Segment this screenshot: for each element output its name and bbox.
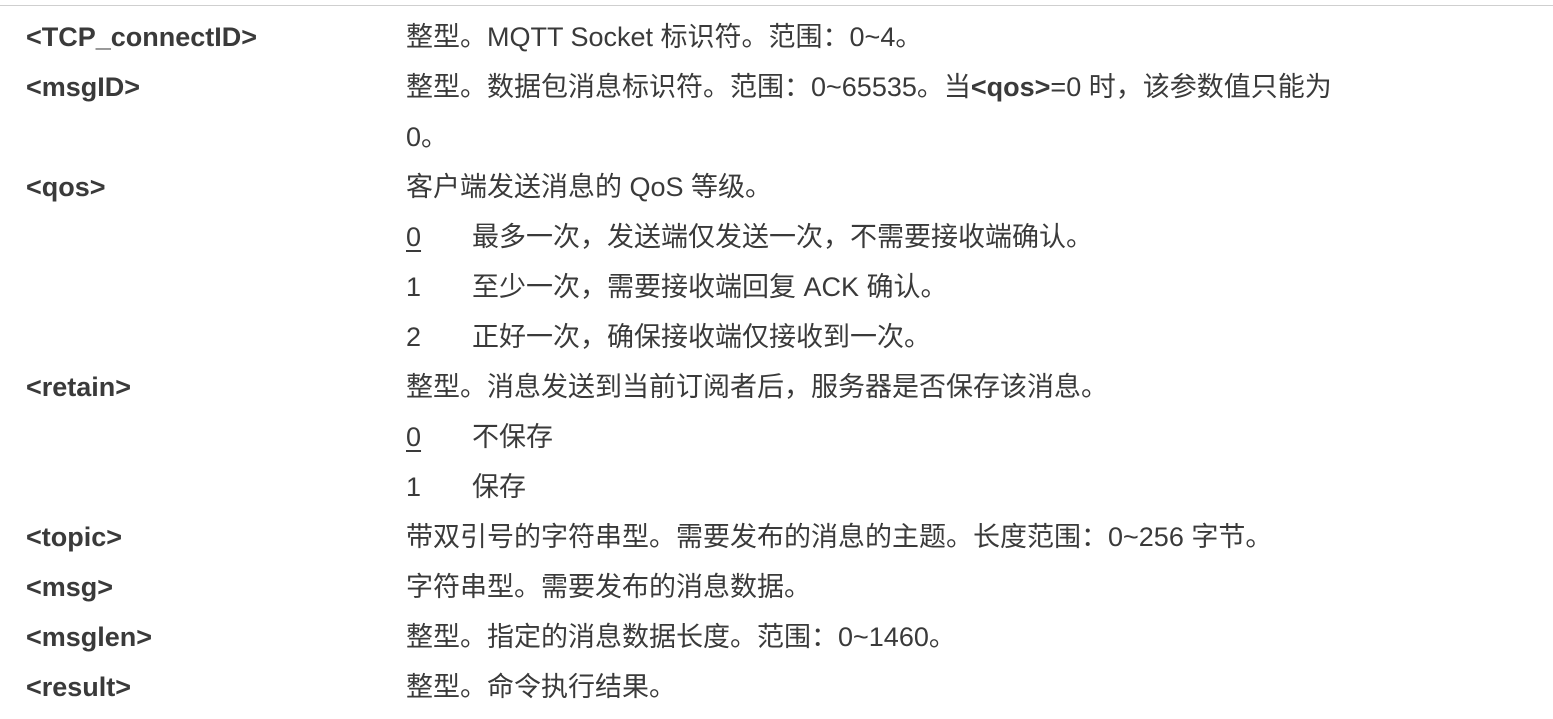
option-item: 0 最多一次，发送端仅发送一次，不需要接收端确认。: [406, 212, 1545, 262]
param-name: <msgID>: [26, 72, 141, 102]
desc-text: 客户端发送消息的 QoS 等级。: [406, 172, 773, 202]
desc-text: =0 时，该参数值只能为: [1050, 72, 1332, 102]
qos-reference: <qos>: [970, 72, 1051, 102]
option-value: 1: [406, 472, 422, 502]
param-description: 整型。命令执行结果。: [406, 662, 1553, 712]
param-description: 整型。消息发送到当前订阅者后，服务器是否保存该消息。 0 不保存 1 保存: [406, 362, 1553, 512]
param-name: <qos>: [26, 172, 106, 202]
option-text: 至少一次，需要接收端回复 ACK 确认。: [472, 272, 948, 302]
desc-text: 整型。数据包消息标识符。范围：0~65535。当: [406, 72, 971, 102]
param-description: 带双引号的字符串型。需要发布的消息的主题。长度范围：0~256 字节。: [406, 512, 1553, 562]
parameter-table: <TCP_connectID> 整型。MQTT Socket 标识符。范围：0~…: [0, 12, 1553, 712]
option-text: 正好一次，确保接收端仅接收到一次。: [472, 322, 931, 352]
desc-text: 整型。消息发送到当前订阅者后，服务器是否保存该消息。: [406, 372, 1108, 402]
option-text: 最多一次，发送端仅发送一次，不需要接收端确认。: [472, 222, 1093, 252]
param-row-msglen: <msglen> 整型。指定的消息数据长度。范围：0~1460。: [0, 612, 1553, 662]
param-name: <result>: [26, 672, 132, 702]
option-text: 不保存: [472, 422, 553, 452]
param-description: 整型。MQTT Socket 标识符。范围：0~4。: [406, 22, 923, 52]
desc-text: 0。: [406, 122, 449, 152]
param-name: <topic>: [26, 522, 123, 552]
option-item: 1 至少一次，需要接收端回复 ACK 确认。: [406, 262, 1545, 312]
param-name: <TCP_connectID>: [26, 22, 258, 52]
param-description: 整型。数据包消息标识符。范围：0~65535。当<qos>=0 时，该参数值只能…: [406, 62, 1553, 162]
param-description: 客户端发送消息的 QoS 等级。 0 最多一次，发送端仅发送一次，不需要接收端确…: [406, 162, 1553, 362]
param-row-topic: <topic> 带双引号的字符串型。需要发布的消息的主题。长度范围：0~256 …: [0, 512, 1553, 562]
param-name: <msg>: [26, 572, 114, 602]
option-value-default: 0: [406, 222, 422, 252]
param-row-retain: <retain> 整型。消息发送到当前订阅者后，服务器是否保存该消息。 0 不保…: [0, 362, 1553, 512]
param-description: 整型。指定的消息数据长度。范围：0~1460。: [406, 612, 1553, 662]
option-value-default: 0: [406, 422, 422, 452]
param-row-msgid: <msgID> 整型。数据包消息标识符。范围：0~65535。当<qos>=0 …: [0, 62, 1553, 162]
option-item: 2 正好一次，确保接收端仅接收到一次。: [406, 312, 1545, 362]
desc-text: 带双引号的字符串型。需要发布的消息的主题。长度范围：0~256 字节。: [406, 522, 1273, 552]
desc-text: 整型。指定的消息数据长度。范围：0~1460。: [406, 622, 956, 652]
param-row-msg: <msg> 字符串型。需要发布的消息数据。: [0, 562, 1553, 612]
desc-text: 整型。命令执行结果。: [406, 672, 676, 702]
param-row-result: <result> 整型。命令执行结果。: [0, 662, 1553, 712]
option-value: 1: [406, 272, 422, 302]
option-text: 保存: [472, 472, 526, 502]
param-description: 字符串型。需要发布的消息数据。: [406, 562, 1553, 612]
param-row-qos: <qos> 客户端发送消息的 QoS 等级。 0 最多一次，发送端仅发送一次，不…: [0, 162, 1553, 362]
option-value: 2: [406, 322, 422, 352]
option-item: 0 不保存: [406, 412, 1545, 462]
top-divider: [0, 5, 1553, 6]
param-row-tcp-connectid: <TCP_connectID> 整型。MQTT Socket 标识符。范围：0~…: [0, 12, 1553, 62]
option-item: 1 保存: [406, 462, 1545, 512]
param-name: <retain>: [26, 372, 132, 402]
desc-text: 字符串型。需要发布的消息数据。: [406, 572, 811, 602]
param-name: <msglen>: [26, 622, 153, 652]
